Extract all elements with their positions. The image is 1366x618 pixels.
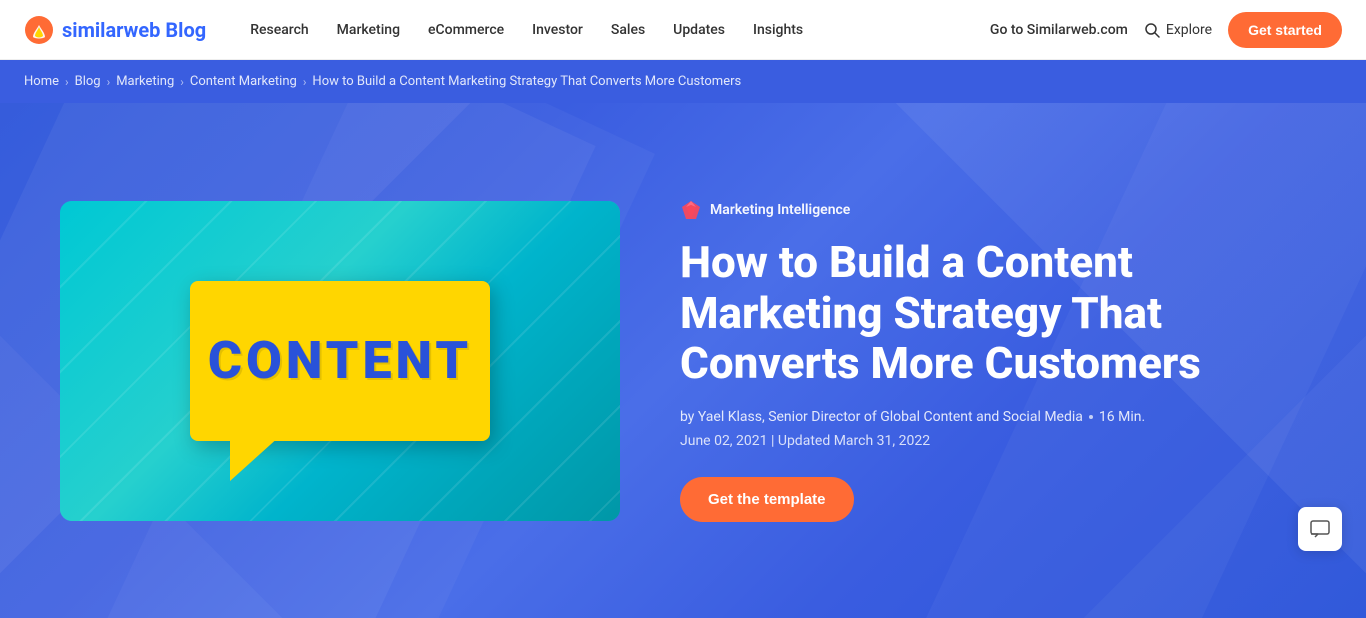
hero-image: CONTENT (60, 201, 620, 521)
breadcrumb-blog[interactable]: Blog (75, 74, 101, 89)
nav-item-ecommerce[interactable]: eCommerce (416, 14, 516, 46)
nav-item-insights[interactable]: Insights (741, 14, 815, 46)
nav-item-research[interactable]: Research (238, 14, 320, 46)
nav-links: Research Marketing eCommerce Investor Sa… (238, 14, 990, 46)
search-icon (1144, 22, 1160, 38)
breadcrumb-sep-1: › (65, 75, 69, 89)
explore-button[interactable]: Explore (1144, 22, 1212, 38)
hero-category: Marketing Intelligence (680, 199, 1306, 221)
speech-bubble: CONTENT (190, 281, 490, 441)
go-to-similarweb[interactable]: Go to Similarweb.com (990, 22, 1128, 38)
logo[interactable]: similarweb Blog (24, 15, 206, 45)
get-started-button[interactable]: Get started (1228, 12, 1342, 48)
category-label: Marketing Intelligence (710, 202, 850, 218)
chat-icon (1309, 518, 1331, 540)
get-template-button[interactable]: Get the template (680, 477, 854, 522)
breadcrumb-sep-3: › (180, 75, 184, 89)
breadcrumb-home[interactable]: Home (24, 74, 59, 89)
hero-text: Marketing Intelligence How to Build a Co… (680, 199, 1306, 522)
gem-icon (680, 199, 702, 221)
logo-text: similarweb Blog (62, 18, 206, 42)
nav-right: Go to Similarweb.com Explore Get started (990, 12, 1342, 48)
navbar: similarweb Blog Research Marketing eComm… (0, 0, 1366, 60)
hero-section: CONTENT Marketing Intelligence How to Bu… (0, 103, 1366, 618)
speech-bubble-text: CONTENT (208, 330, 472, 391)
speech-bubble-wrapper: CONTENT (190, 281, 490, 441)
article-date: June 02, 2021 | Updated March 31, 2022 (680, 433, 1306, 449)
breadcrumb-sep-2: › (107, 75, 111, 89)
article-title: How to Build a Content Marketing Strateg… (680, 237, 1306, 389)
article-author: by Yael Klass, Senior Director of Global… (680, 409, 1306, 425)
chat-widget[interactable] (1298, 507, 1342, 551)
breadcrumb-marketing[interactable]: Marketing (116, 74, 174, 89)
breadcrumb-current-page: How to Build a Content Marketing Strateg… (312, 74, 741, 89)
breadcrumb: Home › Blog › Marketing › Content Market… (0, 60, 1366, 103)
hero-content: CONTENT Marketing Intelligence How to Bu… (60, 199, 1306, 522)
author-dot-separator (1089, 415, 1093, 419)
nav-item-investor[interactable]: Investor (520, 14, 595, 46)
breadcrumb-sep-4: › (303, 75, 307, 89)
logo-icon (24, 15, 54, 45)
nav-item-sales[interactable]: Sales (599, 14, 657, 46)
nav-item-marketing[interactable]: Marketing (325, 14, 412, 46)
breadcrumb-content-marketing[interactable]: Content Marketing (190, 74, 297, 89)
nav-item-updates[interactable]: Updates (661, 14, 737, 46)
